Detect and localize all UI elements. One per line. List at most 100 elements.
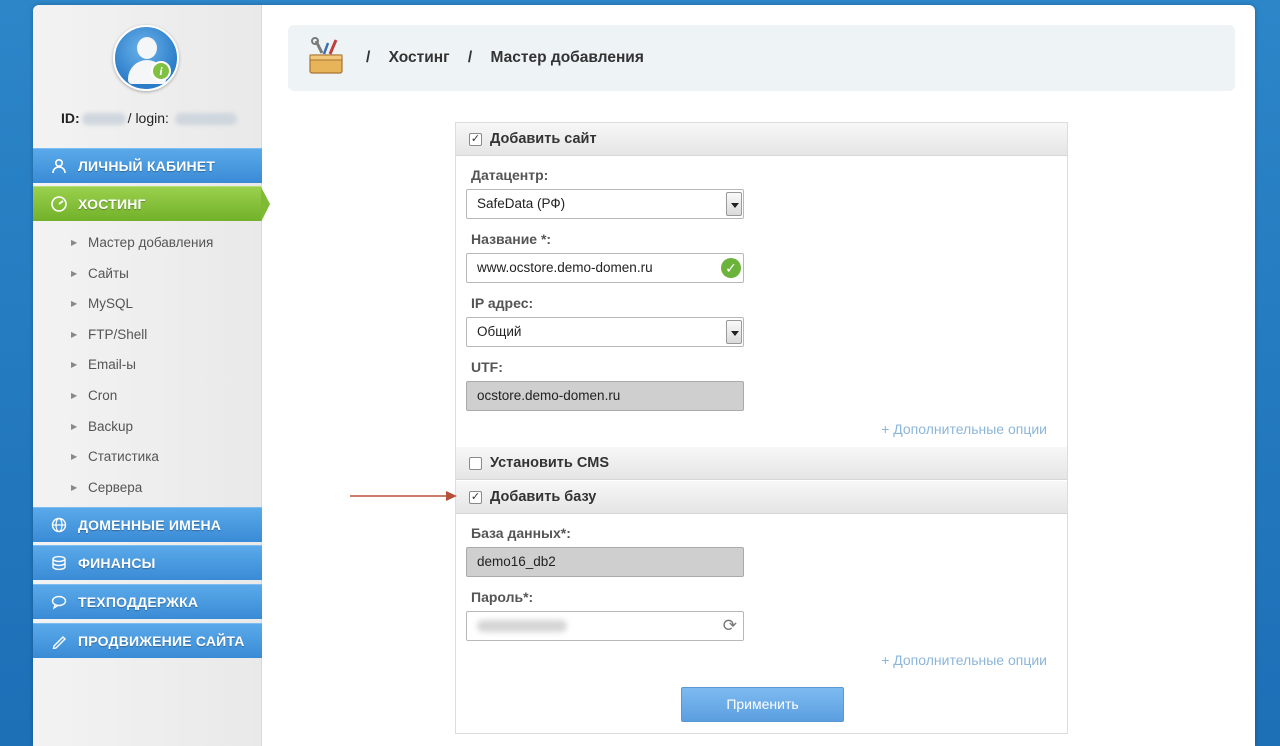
wizard-form: ✓ Добавить сайт Датацентр: SafeData (РФ)… [455, 122, 1068, 734]
database-field: demo16_db2 [466, 547, 744, 577]
more-options-link[interactable]: + Дополнительные опции [881, 421, 1047, 437]
nav-support[interactable]: ТЕХПОДДЕРЖКА [33, 584, 262, 619]
breadcrumb-current: Мастер добавления [490, 49, 644, 66]
nav-label: ТЕХПОДДЕРЖКА [78, 594, 199, 610]
nav-site-promotion[interactable]: ПРОДВИЖЕНИЕ САЙТА [33, 623, 262, 658]
annotation-arrow-icon [350, 491, 457, 501]
gauge-icon [49, 187, 69, 226]
section-label: Добавить базу [490, 489, 597, 505]
submenu-item-backup[interactable]: ▶ Backup [33, 412, 262, 443]
submenu-item-wizard[interactable]: ▶ Мастер добавления [33, 228, 262, 259]
globe-icon [49, 508, 69, 546]
nav-personal-cabinet[interactable]: ЛИЧНЫЙ КАБИНЕТ [33, 148, 262, 183]
section-add-database[interactable]: ✓ Добавить базу [456, 481, 1067, 514]
sidebar: i ID: / login: ЛИЧНЫЙ КАБИНЕТ ХОСТИНГ ▶ Ма… [33, 5, 270, 746]
bullet-icon: ▶ [71, 452, 78, 462]
submenu-label: Email-ы [88, 357, 136, 373]
submenu-label: FTP/Shell [88, 326, 148, 342]
apply-button[interactable]: Применить [681, 687, 844, 722]
breadcrumb-separator: / [467, 49, 473, 66]
site-name-input[interactable]: www.ocstore.demo-domen.ru ✓ [466, 253, 744, 283]
submenu-item-servers[interactable]: ▶ Сервера [33, 473, 262, 504]
app-window: i ID: / login: ЛИЧНЫЙ КАБИНЕТ ХОСТИНГ ▶ Ма… [33, 5, 1255, 746]
input-value: www.ocstore.demo-domen.ru [477, 260, 653, 275]
password-label: Пароль*: [471, 589, 534, 605]
info-icon: i [151, 61, 171, 81]
submenu-label: Сервера [88, 479, 143, 495]
submenu-label: MySQL [88, 296, 134, 312]
submenu-label: Статистика [88, 449, 159, 465]
bullet-icon: ▶ [71, 482, 78, 492]
id-label: ID: [61, 110, 80, 126]
coins-icon [49, 546, 69, 584]
bullet-icon: ▶ [71, 390, 78, 400]
nav-label: ДОМЕННЫЕ ИМЕНА [78, 517, 222, 533]
input-value: demo16_db2 [477, 554, 556, 569]
nav-label: ФИНАНСЫ [78, 555, 156, 571]
select-value: SafeData (РФ) [477, 196, 566, 211]
pencil-icon [49, 624, 69, 662]
bullet-icon: ▶ [71, 238, 78, 247]
section-label: Добавить сайт [490, 131, 597, 147]
user-id-line: ID: / login: [61, 110, 239, 126]
submenu-item-mysql[interactable]: ▶ MySQL [33, 289, 262, 320]
bullet-icon: ▶ [71, 421, 78, 431]
chevron-down-icon[interactable] [726, 320, 742, 344]
add-db-checkbox[interactable]: ✓ [469, 491, 482, 504]
submenu-item-email[interactable]: ▶ Email-ы [33, 350, 262, 381]
submenu-item-sites[interactable]: ▶ Сайты [33, 259, 262, 290]
section-label: Установить CMS [490, 455, 610, 471]
section-install-cms[interactable]: Установить CMS [456, 447, 1067, 480]
install-cms-checkbox[interactable] [469, 457, 482, 470]
datacenter-label: Датацентр: [471, 167, 549, 183]
submenu-label: Сайты [88, 265, 129, 281]
redacted-password [477, 620, 567, 633]
chat-icon [49, 585, 69, 623]
submenu-item-stats[interactable]: ▶ Статистика [33, 442, 262, 473]
database-label: База данных*: [471, 525, 571, 541]
chevron-down-icon[interactable] [726, 192, 742, 216]
utf-label: UTF: [471, 359, 503, 375]
add-site-checkbox[interactable]: ✓ [469, 133, 482, 146]
bullet-icon: ▶ [71, 299, 78, 309]
bullet-icon: ▶ [71, 329, 78, 339]
breadcrumb-separator: / [366, 49, 371, 66]
nav-hosting[interactable]: ХОСТИНГ [33, 186, 270, 222]
section-add-site[interactable]: ✓ Добавить сайт [456, 123, 1067, 156]
ip-select[interactable]: Общий [466, 317, 744, 347]
nav-label: ЛИЧНЫЙ КАБИНЕТ [78, 158, 216, 174]
check-icon: ✓ [721, 258, 741, 278]
bullet-icon: ▶ [71, 360, 78, 370]
submenu-label: Cron [88, 387, 118, 403]
breadcrumb: / Хостинг / Мастер добавления [288, 25, 1235, 91]
submenu-item-ftp[interactable]: ▶ FTP/Shell [33, 320, 262, 351]
redacted-login [174, 113, 237, 126]
nav-finances[interactable]: ФИНАНСЫ [33, 545, 262, 580]
redacted-id [81, 113, 126, 126]
active-arrow [261, 187, 270, 222]
nav-label: ПРОДВИЖЕНИЕ САЙТА [78, 633, 245, 649]
utf-field: ocstore.demo-domen.ru [466, 381, 744, 411]
user-avatar[interactable]: i [113, 25, 179, 91]
more-options-link[interactable]: + Дополнительные опции [881, 652, 1047, 668]
submenu-label: Backup [88, 418, 134, 434]
breadcrumb-trail: / Хостинг / Мастер добавления [366, 25, 658, 91]
datacenter-select[interactable]: SafeData (РФ) [466, 189, 744, 219]
input-value: ocstore.demo-domen.ru [477, 388, 621, 403]
avatar-head [137, 37, 157, 59]
refresh-icon[interactable]: ⟳ [723, 612, 737, 640]
login-label: / login: [127, 110, 169, 126]
breadcrumb-hosting[interactable]: Хостинг [389, 49, 450, 66]
toolbox-icon [306, 37, 346, 77]
bullet-icon: ▶ [71, 268, 78, 278]
submenu-item-cron[interactable]: ▶ Cron [33, 381, 262, 412]
nav-label: ХОСТИНГ [78, 196, 146, 212]
hosting-submenu: ▶ Мастер добавления ▶ Сайты ▶ MySQL ▶ FTP/Sh… [33, 228, 262, 503]
nav-domains[interactable]: ДОМЕННЫЕ ИМЕНА [33, 507, 262, 542]
select-value: Общий [477, 324, 522, 339]
password-input[interactable]: ⟳ [466, 611, 744, 641]
submenu-label: Мастер добавления [88, 235, 214, 250]
ip-label: IP адрес: [471, 295, 534, 311]
name-label: Название *: [471, 231, 552, 247]
user-icon [49, 149, 69, 187]
